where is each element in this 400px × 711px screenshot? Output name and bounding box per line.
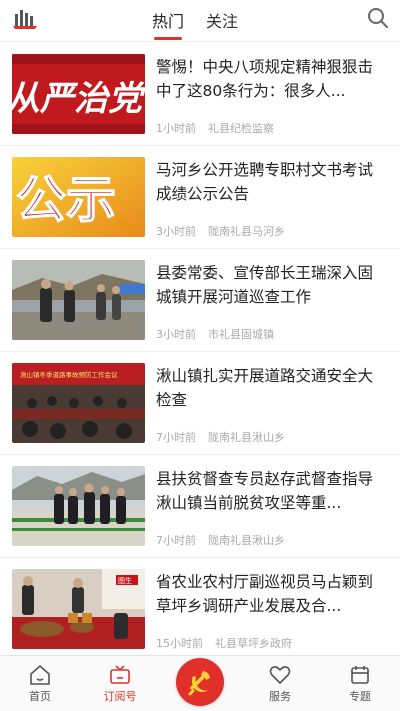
news-item[interactable]: 县委常委、宣传部长王瑞深入固城镇开展河道巡查工作 3小时前 市礼县固城镇 [0,249,400,352]
calendar-icon [351,666,369,684]
news-time: 3小时前 [156,225,196,238]
nav-topics[interactable]: 专题 [330,656,390,711]
party-emblem-icon [188,671,210,696]
app-logo[interactable] [12,8,38,30]
nav-service[interactable]: 服务 [250,656,310,711]
news-thumbnail [12,260,145,340]
nav-label: 首页 [29,690,51,703]
svg-text:公示: 公示 [16,171,116,229]
search-icon[interactable] [366,6,390,30]
news-title[interactable]: 警惕！中央八项规定精神狠狠击中了这80条行为：很多人... [156,55,388,103]
news-item[interactable]: 县扶贫督查专员赵存武督查指导湫山镇当前脱贫攻坚等重... 7小时前 陇南礼县湫山乡 [0,455,400,558]
news-time: 3小时前 [156,328,196,341]
top-bar: 热门 关注 [0,0,400,42]
news-time: 15小时前 [156,637,203,650]
thumbnail-image: 从严治党 [12,54,145,134]
news-source[interactable]: 陇南礼县湫山乡 [208,431,285,444]
news-thumbnail: 图生 [12,569,145,649]
thumbnail-image: 湫山镇冬季道路事故预防工作会议 [12,363,145,443]
news-title[interactable]: 县委常委、宣传部长王瑞深入固城镇开展河道巡查工作 [156,261,388,309]
tv-icon [110,665,130,684]
news-source[interactable]: 陇南礼县马河乡 [208,225,285,238]
thumbnail-image: 图生 [12,569,145,649]
news-thumbnail: 从严治党 [12,54,145,134]
news-source[interactable]: 礼县纪检监察 [208,122,274,135]
home-icon [30,665,50,685]
nav-home[interactable]: 首页 [10,656,70,711]
heart-icon [269,666,291,684]
news-list[interactable]: 从严治党 警惕！中央八项规定精神狠狠击中了这80条行为：很多人... 1小时前礼… [0,43,400,655]
news-meta: 1小时前 礼县纪检监察 [156,120,274,136]
nav-subscription[interactable]: 订阅号 [90,656,150,711]
thumbnail-image: 公示 [12,157,145,237]
news-thumbnail: 湫山镇冬季道路事故预防工作会议 [12,363,145,443]
news-time: 1小时前 [156,122,196,135]
news-meta: 15小时前 礼县草坪乡政府 [156,635,292,651]
nav-label: 订阅号 [103,690,137,703]
news-meta: 7小时前 陇南礼县湫山乡 [156,429,285,445]
news-item[interactable]: 图生 省农业农村厅副巡视员马占颖到草坪乡调研产业发展及合... 15小时前 礼县草… [0,558,400,655]
news-meta: 7小时前 陇南礼县湫山乡 [156,532,285,548]
news-title[interactable]: 湫山镇扎实开展道路交通安全大检查 [156,364,388,412]
news-meta: 3小时前 市礼县固城镇 [156,326,274,342]
news-item[interactable]: 湫山镇冬季道路事故预防工作会议 湫山镇扎实开展道路交通安全大检查 7小时前 陇南礼… [0,352,400,455]
news-time: 7小时前 [156,534,196,547]
news-time: 7小时前 [156,431,196,444]
feed-tabs: 热门 关注 [152,0,260,42]
news-source[interactable]: 市礼县固城镇 [208,328,274,341]
bottom-nav: 首页 订阅号 服务 专题 [0,655,400,711]
svg-text:湫山镇冬季道路事故预防工作会议: 湫山镇冬季道路事故预防工作会议 [20,370,118,379]
news-title[interactable]: 马河乡公开选聘专职村文书考试成绩公示公告 [156,158,388,206]
news-meta: 3小时前 陇南礼县马河乡 [156,223,285,239]
nav-label: 服务 [269,690,291,703]
thumbnail-image [12,260,145,340]
news-source[interactable]: 礼县草坪乡政府 [215,637,292,650]
news-title[interactable]: 县扶贫督查专员赵存武督查指导湫山镇当前脱贫攻坚等重... [156,467,388,515]
nav-label: 专题 [349,690,371,703]
svg-text:从严治党: 从严治党 [12,79,145,119]
party-emblem-button[interactable] [176,658,224,706]
svg-text:图生: 图生 [118,576,132,585]
tab-follow[interactable]: 关注 [206,0,238,42]
thumbnail-image [12,466,145,546]
news-item[interactable]: 从严治党 警惕！中央八项规定精神狠狠击中了这80条行为：很多人... 1小时前礼… [0,43,400,146]
news-thumbnail [12,466,145,546]
tab-hot[interactable]: 热门 [152,0,184,42]
news-source[interactable]: 陇南礼县湫山乡 [208,534,285,547]
news-item[interactable]: 公示 马河乡公开选聘专职村文书考试成绩公示公告 3小时前 陇南礼县马河乡 [0,146,400,249]
news-thumbnail: 公示 [12,157,145,237]
news-title[interactable]: 省农业农村厅副巡视员马占颖到草坪乡调研产业发展及合... [156,570,388,618]
